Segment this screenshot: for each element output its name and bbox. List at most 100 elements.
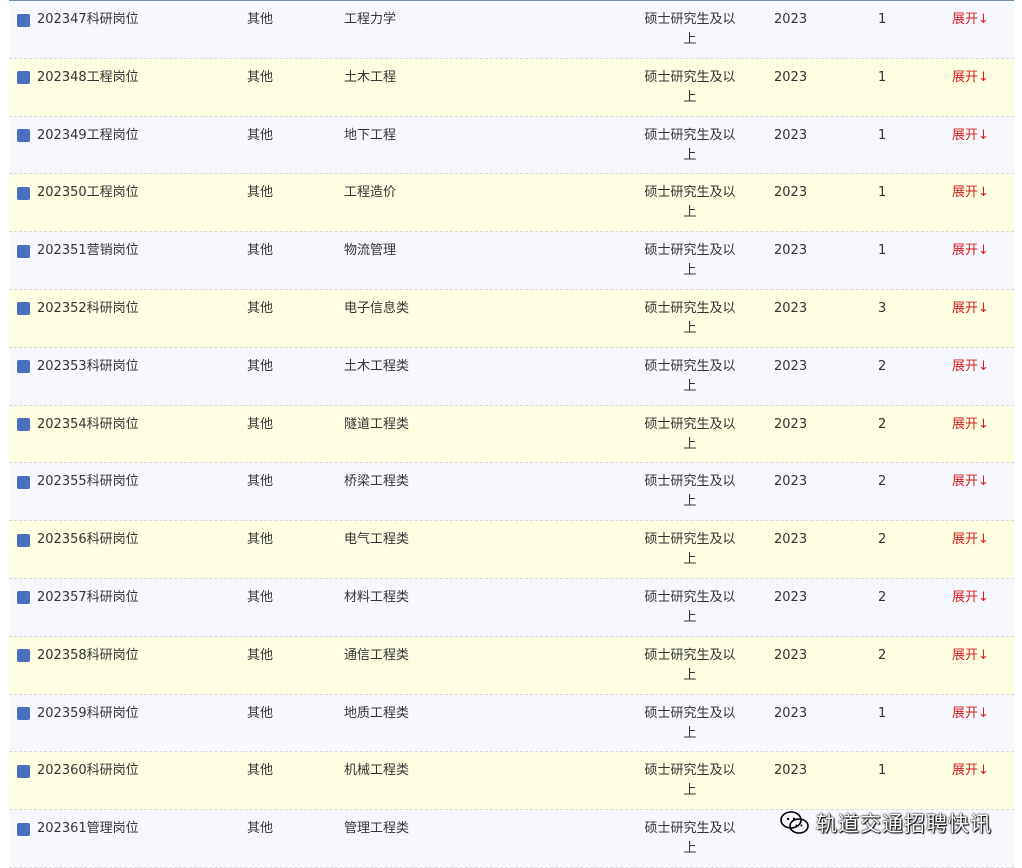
major: 电气工程类 <box>344 532 410 548</box>
headcount: 3 <box>878 300 887 316</box>
year: 2023 <box>774 705 808 721</box>
position-code: 202348工程岗位 <box>37 69 139 85</box>
position-type: 其他 <box>247 358 274 374</box>
year: 2023 <box>774 12 808 27</box>
expand-link[interactable]: 展开↓ <box>952 10 989 30</box>
education-requirement: 硕士研究生及以上 <box>644 474 736 510</box>
year: 2023 <box>774 647 808 663</box>
checkbox-icon[interactable] <box>17 533 30 547</box>
major: 物流管理 <box>344 243 397 259</box>
checkbox-icon[interactable] <box>17 129 30 143</box>
table-row: 202356科研岗位 其他 电气工程类 硕士研究生及以上 2023 2 展开↓ <box>9 521 1014 579</box>
position-code-cell: 202361管理岗位 <box>17 819 139 839</box>
checkbox-icon[interactable] <box>17 13 30 27</box>
checkbox-icon[interactable] <box>17 302 30 316</box>
position-type: 其他 <box>247 12 274 27</box>
position-code-cell: 202348工程岗位 <box>17 68 139 88</box>
expand-link[interactable]: 展开↓ <box>952 299 989 319</box>
education-requirement: 硕士研究生及以上 <box>644 243 736 279</box>
table-row: 202354科研岗位 其他 隧道工程类 硕士研究生及以上 2023 2 展开↓ <box>9 405 1014 464</box>
checkbox-icon[interactable] <box>17 764 30 778</box>
position-code: 202349工程岗位 <box>37 127 139 143</box>
job-table: 202347科研岗位 其他 工程力学 硕士研究生及以上 2023 1 展开↓ 2… <box>9 0 1014 868</box>
position-type: 其他 <box>247 821 274 837</box>
major: 工程力学 <box>344 12 397 27</box>
expand-link[interactable]: 展开↓ <box>952 761 989 781</box>
table-row: 202353科研岗位 其他 土木工程类 硕士研究生及以上 2023 2 展开↓ <box>9 347 1014 406</box>
position-code-cell: 202355科研岗位 <box>17 472 139 492</box>
expand-link[interactable]: 展开↓ <box>952 415 989 435</box>
position-type: 其他 <box>247 185 274 201</box>
expand-link[interactable]: 展开↓ <box>952 530 989 550</box>
year: 2023 <box>774 185 808 201</box>
expand-link[interactable]: 展开↓ <box>952 68 989 88</box>
headcount: 1 <box>878 185 887 201</box>
education-requirement: 硕士研究生及以上 <box>644 12 736 47</box>
headcount: 2 <box>878 532 887 548</box>
education-requirement: 硕士研究生及以上 <box>644 358 736 394</box>
expand-link[interactable]: 展开↓ <box>952 646 989 666</box>
position-type: 其他 <box>247 243 274 259</box>
table-row: 202360科研岗位 其他 机械工程类 硕士研究生及以上 2023 1 展开↓ <box>9 752 1014 811</box>
expand-link[interactable]: 展开↓ <box>952 241 989 261</box>
expand-link[interactable]: 展开↓ <box>952 472 989 492</box>
position-type: 其他 <box>247 69 274 85</box>
major: 材料工程类 <box>344 589 410 605</box>
position-type: 其他 <box>247 532 274 548</box>
education-requirement: 硕士研究生及以上 <box>644 763 736 799</box>
year: 2023 <box>774 69 808 85</box>
position-code: 202356科研岗位 <box>37 532 139 548</box>
checkbox-icon[interactable] <box>17 186 30 200</box>
year: 2023 <box>774 358 808 374</box>
expand-link[interactable]: 展开↓ <box>952 588 989 608</box>
position-code-cell: 202357科研岗位 <box>17 588 139 608</box>
table-row: 202347科研岗位 其他 工程力学 硕士研究生及以上 2023 1 展开↓ <box>9 1 1014 59</box>
education-requirement: 硕士研究生及以上 <box>644 821 736 857</box>
position-code-cell: 202356科研岗位 <box>17 530 139 550</box>
year: 2023 <box>774 589 808 605</box>
position-code: 202360科研岗位 <box>37 763 139 779</box>
position-type: 其他 <box>247 589 274 605</box>
position-code-cell: 202351营销岗位 <box>17 241 139 261</box>
position-type: 其他 <box>247 416 274 432</box>
expand-link[interactable]: 展开↓ <box>952 704 989 724</box>
watermark: 轨道交通招聘快讯 <box>780 808 992 838</box>
major: 机械工程类 <box>344 763 410 779</box>
education-requirement: 硕士研究生及以上 <box>644 69 736 105</box>
expand-link[interactable]: 展开↓ <box>952 183 989 203</box>
position-code: 202354科研岗位 <box>37 416 139 432</box>
position-code: 202357科研岗位 <box>37 589 139 605</box>
education-requirement: 硕士研究生及以上 <box>644 185 736 221</box>
checkbox-icon[interactable] <box>17 649 30 663</box>
expand-link[interactable]: 展开↓ <box>952 357 989 377</box>
year: 2023 <box>774 763 808 779</box>
table-row: 202355科研岗位 其他 桥梁工程类 硕士研究生及以上 2023 2 展开↓ <box>9 463 1014 522</box>
position-code-cell: 202350工程岗位 <box>17 183 139 203</box>
education-requirement: 硕士研究生及以上 <box>644 705 736 741</box>
headcount: 1 <box>878 69 887 85</box>
checkbox-icon[interactable] <box>17 244 30 258</box>
checkbox-icon[interactable] <box>17 418 30 432</box>
table-row: 202352科研岗位 其他 电子信息类 硕士研究生及以上 2023 3 展开↓ <box>9 289 1014 348</box>
position-type: 其他 <box>247 763 274 779</box>
major: 电子信息类 <box>344 300 410 316</box>
checkbox-icon[interactable] <box>17 71 30 85</box>
position-code: 202353科研岗位 <box>37 358 139 374</box>
headcount: 1 <box>878 705 887 721</box>
checkbox-icon[interactable] <box>17 360 30 374</box>
checkbox-icon[interactable] <box>17 822 30 836</box>
year: 2023 <box>774 532 808 548</box>
position-type: 其他 <box>247 647 274 663</box>
checkbox-icon[interactable] <box>17 707 30 721</box>
position-code: 202352科研岗位 <box>37 300 139 316</box>
position-code: 202355科研岗位 <box>37 474 139 490</box>
checkbox-icon[interactable] <box>17 591 30 605</box>
headcount: 2 <box>878 589 887 605</box>
checkbox-icon[interactable] <box>17 475 30 489</box>
major: 工程造价 <box>344 185 397 201</box>
headcount: 2 <box>878 647 887 663</box>
table-row: 202350工程岗位 其他 工程造价 硕士研究生及以上 2023 1 展开↓ <box>9 174 1014 233</box>
expand-link[interactable]: 展开↓ <box>952 126 989 146</box>
headcount: 1 <box>878 127 887 143</box>
position-code-cell: 202347科研岗位 <box>17 10 139 30</box>
